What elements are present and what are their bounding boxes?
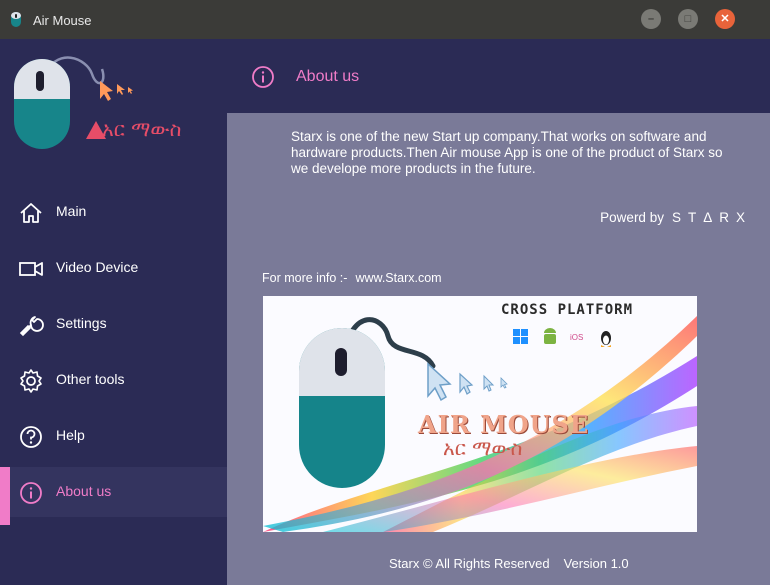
page-header: About us (227, 39, 770, 113)
home-icon (20, 203, 42, 223)
android-icon (544, 328, 556, 344)
mouse-logo (14, 56, 133, 149)
banner-app-name-local: አር ማውስ (443, 436, 523, 460)
sidebar-item-other-tools[interactable]: Other tools (0, 355, 227, 405)
close-icon: ✕ (720, 13, 730, 25)
logo-text: አር ማውስ (102, 117, 182, 141)
maximize-button[interactable]: □ (678, 9, 698, 29)
info-icon (252, 66, 274, 88)
ios-icon: iOS (570, 333, 584, 342)
minimize-icon: – (647, 13, 655, 25)
footer: Starx © All Rights Reserved Version 1.0 (389, 556, 629, 571)
maximize-icon: □ (684, 13, 692, 25)
help-icon (20, 426, 42, 448)
sidebar-item-label: Main (56, 203, 87, 219)
powered-by-label: Powerd by (600, 210, 664, 225)
copyright-text: Starx © All Rights Reserved (389, 556, 550, 571)
sidebar-item-help[interactable]: Help (0, 411, 227, 461)
sidebar-item-about-us[interactable]: About us (0, 467, 227, 525)
more-info: For more info :- www.Starx.com (262, 271, 442, 285)
powered-by: Powerd by STΔRX (600, 210, 752, 225)
more-info-label: For more info :- (262, 271, 348, 285)
sidebar-item-label: About us (56, 483, 112, 499)
title-bar: Air Mouse – □ ✕ (0, 0, 770, 39)
active-indicator (0, 467, 10, 525)
promo-banner: CROSS PLATFORM iOS AIR MOUSE አር ማውስ (263, 296, 697, 532)
app-logo: አር ማውስ (12, 49, 212, 159)
sidebar-item-main[interactable]: Main (0, 187, 227, 237)
page-title: About us (296, 68, 360, 85)
banner-heading: CROSS PLATFORM (501, 302, 634, 318)
sidebar-item-label: Help (56, 427, 85, 443)
website-link[interactable]: www.Starx.com (355, 271, 441, 285)
app-window: Air Mouse – □ ✕ አር ማውስ Main Video Device… (0, 0, 770, 585)
sidebar: አር ማውስ Main Video Device Settings Other … (0, 39, 227, 585)
info-icon (20, 482, 42, 504)
gear-icon (20, 369, 42, 393)
wrench-icon (19, 316, 44, 337)
sidebar-item-label: Video Device (56, 259, 139, 275)
about-content: Starx is one of the new Start up company… (227, 113, 770, 585)
sidebar-item-label: Settings (56, 315, 107, 331)
minimize-button[interactable]: – (641, 9, 661, 29)
brand-name: STΔRX (671, 210, 752, 225)
about-description: Starx is one of the new Start up company… (291, 129, 723, 176)
version-text: Version 1.0 (563, 556, 629, 571)
banner-app-name: AIR MOUSE (418, 410, 590, 439)
video-icon (19, 262, 43, 276)
close-button[interactable]: ✕ (715, 9, 735, 29)
sidebar-item-settings[interactable]: Settings (0, 299, 227, 349)
sidebar-item-label: Other tools (56, 371, 125, 387)
window-title: Air Mouse (33, 13, 92, 28)
mouse-icon (11, 12, 21, 27)
sidebar-item-video-device[interactable]: Video Device (0, 243, 227, 293)
